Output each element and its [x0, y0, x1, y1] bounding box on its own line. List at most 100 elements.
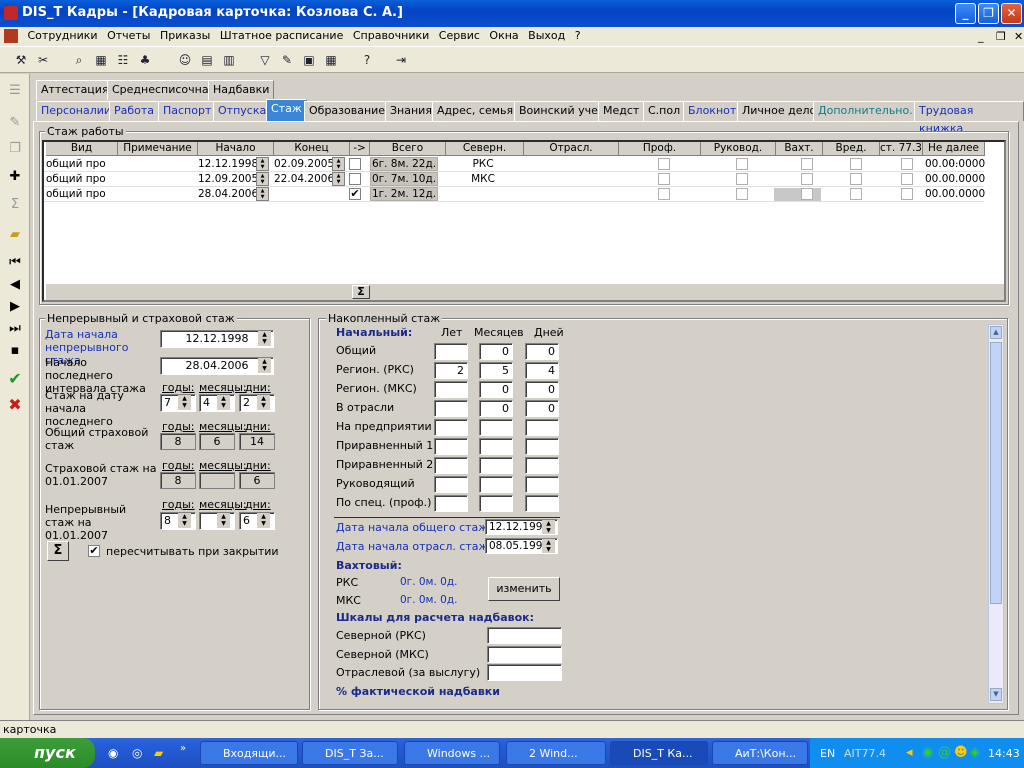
- start-button[interactable]: пуск: [0, 738, 95, 768]
- last-start-field[interactable]: 28.04.2006: [160, 357, 274, 375]
- folder-icon[interactable]: ▰: [5, 226, 25, 244]
- cell-north[interactable]: [444, 187, 522, 202]
- change-button[interactable]: изменить: [488, 577, 560, 601]
- cell-checkbox[interactable]: [736, 158, 748, 170]
- exit-door-icon[interactable]: ⇥: [392, 51, 410, 69]
- scale-branch-field[interactable]: [487, 664, 562, 681]
- cancel-icon[interactable]: ✖: [5, 396, 25, 414]
- tool-people-icon[interactable]: ☺: [176, 51, 194, 69]
- tool-grid-icon[interactable]: ▥: [220, 51, 238, 69]
- cont2007-years-spin[interactable]: ▲ ▼: [178, 513, 191, 528]
- quicklaunch-media-icon[interactable]: ◉: [108, 746, 118, 760]
- task-button-dist-zap[interactable]: DIS_T За...: [302, 741, 398, 765]
- cell-checkbox[interactable]: [801, 188, 813, 200]
- scale-rks-field[interactable]: [487, 627, 562, 644]
- cell-checkbox[interactable]: [736, 173, 748, 185]
- cell-checkbox[interactable]: [850, 158, 862, 170]
- tab-personal-file[interactable]: Личное дело: [737, 101, 822, 121]
- acc-years-field[interactable]: 2: [434, 362, 468, 379]
- filter-icon[interactable]: ▽: [256, 51, 274, 69]
- copy-icon[interactable]: ❐: [5, 140, 25, 158]
- acc-years-field[interactable]: [434, 381, 468, 398]
- cell-end-spin[interactable]: ▲ ▼: [332, 157, 345, 171]
- acc-days-field[interactable]: 0: [525, 343, 559, 360]
- last-start-spin[interactable]: ▲ ▼: [258, 358, 271, 373]
- tab-address-family[interactable]: Адрес, семья: [432, 101, 519, 121]
- quicklaunch-folder-icon[interactable]: ▰: [154, 746, 163, 760]
- mdi-minimize-icon[interactable]: _: [978, 28, 984, 46]
- branch-start-spin[interactable]: ▲ ▼: [542, 539, 555, 553]
- menu-orders[interactable]: Приказы: [160, 27, 210, 45]
- cell-start-spin[interactable]: ▲ ▼: [256, 187, 269, 201]
- tool-doc-icon[interactable]: ☷: [114, 51, 132, 69]
- tab-average[interactable]: Среднесписочная: [107, 80, 221, 100]
- cell-start[interactable]: 12.09.2005: [198, 172, 256, 187]
- tray-shield-icon[interactable]: ◈: [970, 745, 980, 760]
- acc-years-field[interactable]: [434, 476, 468, 493]
- tray-at-icon[interactable]: @: [938, 745, 951, 760]
- scroll-down-icon[interactable]: ▼: [990, 688, 1002, 701]
- acc-years-field[interactable]: [434, 457, 468, 474]
- acc-months-field[interactable]: [479, 495, 513, 512]
- sum-icon[interactable]: Σ: [5, 196, 25, 214]
- mdi-close-icon[interactable]: ✕: [1014, 28, 1023, 46]
- cell-arrow-checkbox[interactable]: ✔: [349, 188, 361, 200]
- cell-checkbox[interactable]: [850, 188, 862, 200]
- tab-personal[interactable]: Персоналии: [36, 101, 117, 121]
- stazh-days-spin[interactable]: ▲ ▼: [257, 395, 270, 410]
- acc-months-field[interactable]: [479, 476, 513, 493]
- maximize-button[interactable]: ❐: [978, 3, 999, 24]
- close-button[interactable]: ✕: [1001, 3, 1022, 24]
- save-icon[interactable]: ▪: [5, 342, 25, 360]
- tab-spol[interactable]: С.пол: [643, 101, 686, 121]
- col-header[interactable]: Отрасл.: [524, 142, 619, 156]
- cell-vid[interactable]: общий про: [46, 157, 116, 172]
- col-header[interactable]: Вид: [46, 142, 118, 156]
- language-indicator[interactable]: EN: [820, 747, 835, 760]
- acc-days-field[interactable]: [525, 495, 559, 512]
- first-record-icon[interactable]: ⏮: [5, 254, 25, 272]
- col-header[interactable]: Вред.: [823, 142, 880, 156]
- menu-reports[interactable]: Отчеты: [107, 27, 150, 45]
- grid-sum-button[interactable]: Σ: [352, 285, 370, 299]
- cell-start[interactable]: 28.04.2006: [198, 187, 256, 202]
- acc-months-field[interactable]: [479, 419, 513, 436]
- col-header[interactable]: Конец: [274, 142, 350, 156]
- cell-checkbox[interactable]: [850, 173, 862, 185]
- menu-directories[interactable]: Справочники: [353, 27, 429, 45]
- scroll-thumb[interactable]: [990, 342, 1002, 604]
- tab-additional[interactable]: Дополнительно...: [813, 101, 925, 121]
- cell-limit[interactable]: 00.00.0000: [925, 157, 985, 172]
- acc-months-field[interactable]: [479, 457, 513, 474]
- acc-months-field[interactable]: 0: [479, 400, 513, 417]
- acc-days-field[interactable]: [525, 419, 559, 436]
- list-icon[interactable]: ☰: [5, 82, 25, 100]
- acc-months-field[interactable]: [479, 438, 513, 455]
- cell-north[interactable]: МКС: [444, 172, 522, 187]
- cell-arrow-checkbox[interactable]: [349, 173, 361, 185]
- tab-passport[interactable]: Паспорт: [158, 101, 217, 121]
- tab-military[interactable]: Воинский учет: [514, 101, 610, 121]
- acc-days-field[interactable]: 4: [525, 362, 559, 379]
- calculator-icon[interactable]: ▣: [300, 51, 318, 69]
- tab-notebook[interactable]: Блокнот: [683, 101, 742, 121]
- date-start-spin[interactable]: ▲ ▼: [258, 331, 271, 346]
- cell-north[interactable]: РКС: [444, 157, 522, 172]
- col-header[interactable]: Примечание: [118, 142, 198, 156]
- stazh-months-spin[interactable]: ▲ ▼: [217, 395, 230, 410]
- cell-limit[interactable]: 00.00.0000: [925, 172, 985, 187]
- cell-vid[interactable]: общий про: [46, 172, 116, 187]
- acc-days-field[interactable]: [525, 438, 559, 455]
- cell-start[interactable]: 12.12.1998: [198, 157, 256, 172]
- acc-months-field[interactable]: 0: [479, 343, 513, 360]
- stazh-years-spin[interactable]: ▲ ▼: [178, 395, 191, 410]
- cell-checkbox[interactable]: [801, 173, 813, 185]
- table-row[interactable]: общий про 12.12.1998 ▲ ▼ 02.09.2005 ▲ ▼ 6г. 8м.…: [44, 157, 985, 172]
- menu-help[interactable]: ?: [575, 27, 581, 45]
- tray-arrow-icon[interactable]: ◂: [906, 745, 913, 760]
- tab-knowledge[interactable]: Знания: [385, 101, 437, 121]
- table-row[interactable]: общий про 28.04.2006 ▲ ▼ ✔ 1г. 2м. 12д. 00.00.…: [44, 187, 985, 202]
- col-header[interactable]: Руковод.: [701, 142, 776, 156]
- cont2007-months-spin[interactable]: ▲ ▼: [217, 513, 230, 528]
- cell-checkbox[interactable]: [901, 173, 913, 185]
